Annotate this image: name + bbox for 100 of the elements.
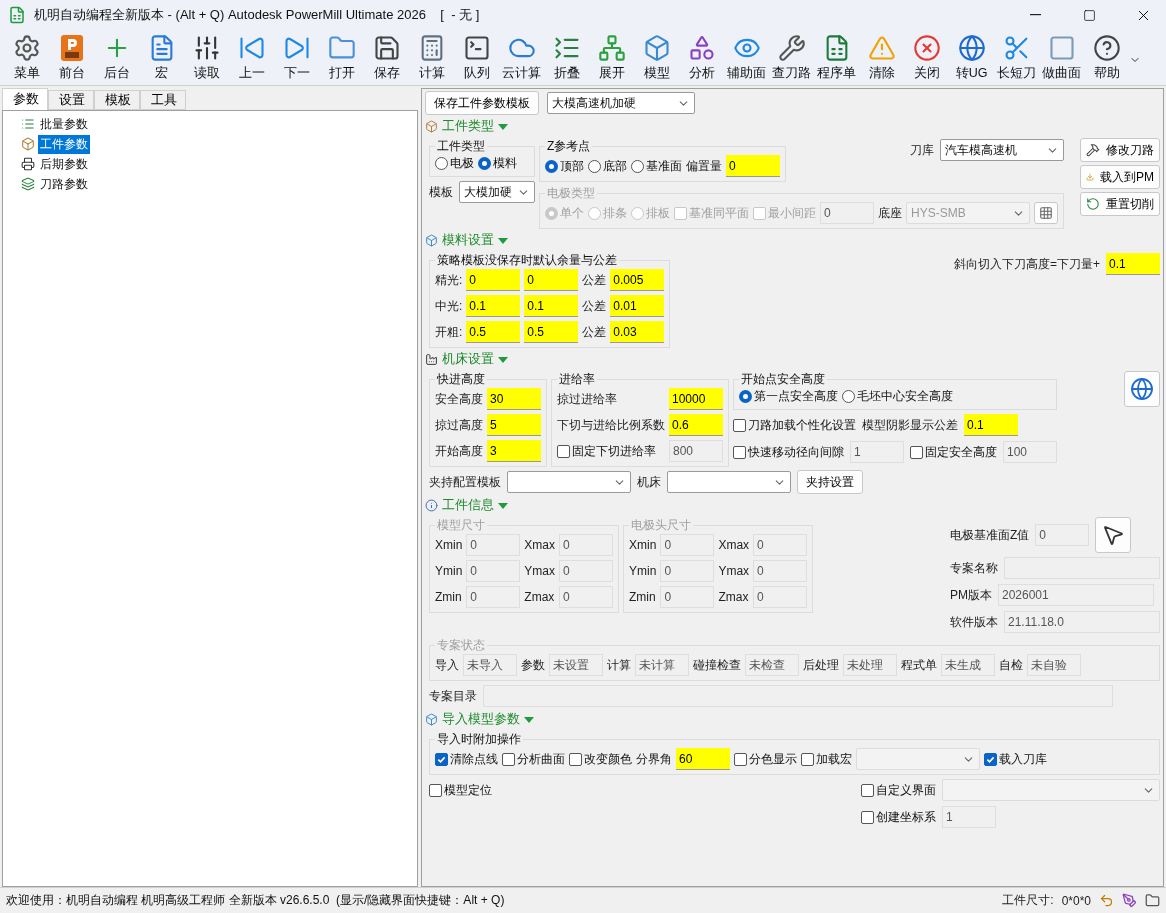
input-field[interactable]: 0 [726, 155, 780, 177]
toolbar-button[interactable]: 读取 [184, 34, 229, 84]
checkbox[interactable]: 刀路加载个性化设置 [733, 416, 856, 434]
maximize-icon [1082, 8, 1096, 22]
label: Zmax [718, 590, 750, 604]
checkbox[interactable]: 快速移动径向间隙 [733, 443, 844, 461]
tree-item[interactable]: 刀路参数 [38, 174, 90, 194]
label: Xmax [718, 538, 750, 552]
label: 专案目录 [429, 687, 477, 705]
dropdown[interactable] [667, 471, 791, 493]
toolbar-button[interactable]: 折叠 [544, 34, 589, 84]
label: Ymax [524, 564, 556, 578]
input-field[interactable]: 0 [466, 269, 521, 291]
radio-option[interactable]: 基准面 [631, 157, 682, 175]
expand-triangle-icon[interactable] [524, 715, 534, 724]
toolbar-button[interactable]: 转UG [949, 34, 994, 84]
toolbar-button[interactable]: 关闭 [904, 34, 949, 84]
tree-icon [597, 34, 626, 62]
pen-icon[interactable] [1122, 893, 1137, 908]
tab[interactable]: 设置 [48, 90, 94, 110]
input-field[interactable]: 0.5 [466, 321, 521, 343]
radio-option[interactable]: 顶部 [545, 157, 584, 175]
checkbox[interactable]: 改变颜色 [569, 750, 632, 768]
checkbox[interactable]: 加载宏 [801, 750, 852, 768]
toolbar-button[interactable]: 后台 [94, 34, 139, 84]
toolbar-button[interactable]: 下一 [274, 34, 319, 84]
input-field[interactable]: 0.1 [1106, 253, 1160, 275]
toolbar-button[interactable]: 展开 [589, 34, 634, 84]
input-field[interactable]: 0.1 [466, 295, 521, 317]
input-field[interactable]: 30 [487, 388, 541, 410]
checkbox[interactable]: 分色显示 [734, 750, 797, 768]
toolbar-button[interactable]: 云计算 [499, 34, 544, 84]
layers-icon [21, 177, 35, 191]
expand-triangle-icon[interactable] [498, 355, 508, 364]
dropdown[interactable]: 汽车模高速机 [940, 139, 1064, 161]
tree-item[interactable]: 批量参数 [38, 114, 90, 134]
toolbar-button[interactable]: 打开 [319, 34, 364, 84]
radio-option[interactable]: 毛坯中心安全高度 [842, 388, 953, 405]
toolbar-button[interactable]: 前台 [49, 34, 94, 84]
icon-button[interactable] [1095, 517, 1132, 553]
action-button[interactable]: 夹持设置 [797, 470, 863, 494]
checkbox[interactable]: 自定义界面 [861, 781, 936, 799]
checkbox[interactable]: 载入刀库 [984, 750, 1047, 768]
radio-option[interactable]: 模料 [478, 155, 517, 172]
tree-item[interactable]: 工件参数 [38, 134, 90, 154]
toolbar-button[interactable]: 计算 [409, 34, 454, 84]
toolbar-button[interactable]: 队列 [454, 34, 499, 84]
checkbox[interactable]: 清除点线 [435, 750, 498, 768]
action-button[interactable]: 修改刀路 [1080, 138, 1160, 162]
input-field[interactable]: 60 [676, 748, 730, 770]
toolbar-button[interactable]: 帮助 [1084, 34, 1129, 84]
dropdown[interactable]: 大模加硬 [459, 181, 535, 203]
tree-item[interactable]: 后期参数 [38, 154, 90, 174]
input-field[interactable]: 0.1 [524, 295, 579, 317]
toolbar-button[interactable]: 菜单 [4, 34, 49, 84]
save-template-button[interactable]: 保存工件参数模板 [425, 91, 539, 115]
action-button[interactable]: 重置切削 [1080, 192, 1160, 216]
input-field[interactable]: 0.005 [610, 269, 665, 291]
input-field[interactable]: 0.03 [610, 321, 665, 343]
expand-triangle-icon[interactable] [498, 122, 508, 131]
expand-triangle-icon[interactable] [498, 236, 508, 245]
folder-icon[interactable] [1145, 893, 1160, 908]
status-message: 欢迎使用：机明自动编程 机明高级工程师 全新版本 v26.6.5.0 (显示/隐藏界面快捷键：Alt + Q) [6, 892, 506, 909]
dropdown[interactable] [507, 471, 631, 493]
undo-icon[interactable] [1099, 893, 1114, 908]
tab[interactable]: 参数 [2, 88, 48, 110]
toolbar-button[interactable]: 查刀路 [769, 34, 814, 84]
checkbox[interactable]: 固定安全高度 [910, 443, 997, 461]
label: 机床 [637, 473, 661, 491]
toolbar-button[interactable]: 清除 [859, 34, 904, 84]
input-field[interactable]: 3 [487, 440, 541, 462]
toolbar-button[interactable]: 辅助面 [724, 34, 769, 84]
input-field[interactable]: 0 [524, 269, 579, 291]
toolbar-button[interactable]: 程序单 [814, 34, 859, 84]
expand-triangle-icon[interactable] [498, 501, 508, 510]
checkbox[interactable]: 固定下切进给率 [557, 442, 665, 460]
checkbox[interactable]: 模型定位 [429, 781, 492, 799]
radio-option[interactable]: 电极 [435, 155, 474, 172]
checkbox[interactable]: 创建坐标系 [861, 808, 936, 826]
toolbar-button[interactable]: 模型 [634, 34, 679, 84]
toolbar-button[interactable]: 上一 [229, 34, 274, 84]
action-button[interactable]: 载入到PM [1080, 165, 1160, 189]
input-field[interactable]: 0.1 [964, 414, 1018, 436]
checkbox[interactable]: 分析曲面 [502, 750, 565, 768]
input-field[interactable]: 0.5 [524, 321, 579, 343]
tab[interactable]: 工具 [140, 90, 186, 110]
group-title: 策略模板没保存时默认余量与公差 [436, 252, 618, 269]
radio-option[interactable]: 第一点安全高度 [739, 388, 838, 405]
toolbar-button[interactable]: 分析 [679, 34, 724, 84]
input-field[interactable]: 5 [487, 414, 541, 436]
tab[interactable]: 模板 [94, 90, 140, 110]
toolbar-button[interactable]: 宏 [139, 34, 184, 84]
radio-option[interactable]: 底部 [588, 157, 627, 175]
toolbar-button[interactable]: 做曲面 [1039, 34, 1084, 84]
toolbar-button[interactable]: 保存 [364, 34, 409, 84]
input-field[interactable]: 0.01 [610, 295, 665, 317]
input-field[interactable]: 0.6 [669, 414, 723, 436]
template-dropdown[interactable]: 大模高速机加硬 [547, 92, 695, 114]
toolbar-button[interactable]: 长短刀 [994, 34, 1039, 84]
input-field[interactable]: 10000 [669, 388, 723, 410]
